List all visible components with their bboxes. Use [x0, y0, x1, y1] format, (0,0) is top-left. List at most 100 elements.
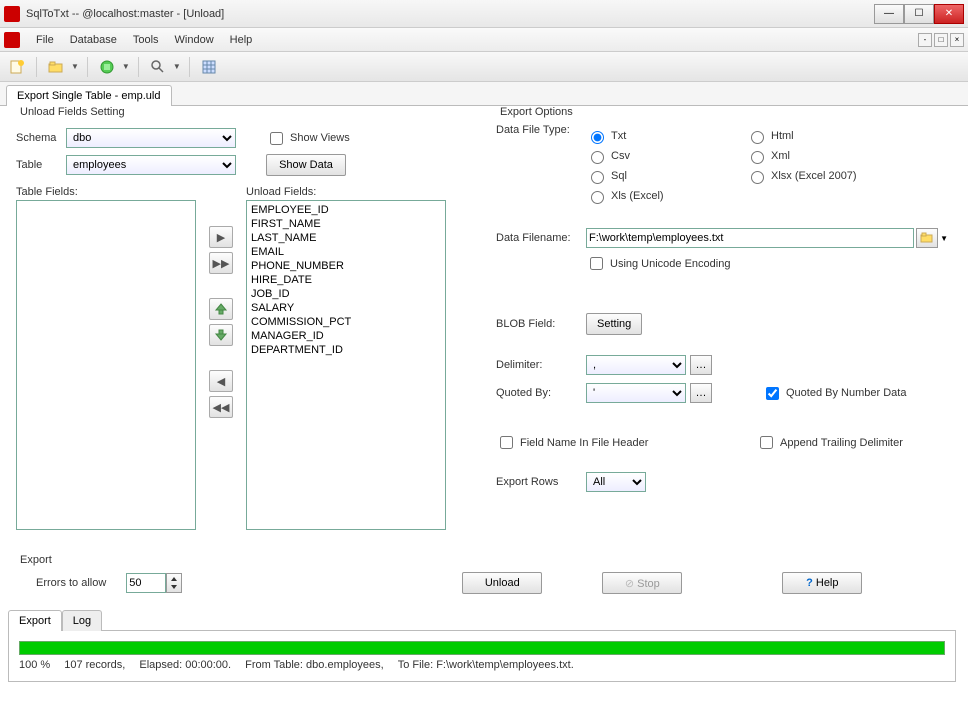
export-group: Export Errors to allow Unload ⊘ Stop ? H… [8, 554, 956, 602]
mdi-close-button[interactable]: × [950, 33, 964, 47]
dropdown-arrow-icon[interactable]: ▼ [173, 62, 181, 71]
filetype-html-radio[interactable] [751, 131, 764, 144]
list-item[interactable]: PHONE_NUMBER [249, 259, 443, 273]
table-fields-label: Table Fields: [16, 186, 78, 198]
blob-setting-button[interactable]: Setting [586, 313, 642, 335]
filetype-xml-radio[interactable] [751, 151, 764, 164]
add-all-button[interactable]: ▶▶ [209, 252, 233, 274]
blob-label: BLOB Field: [496, 318, 586, 330]
remove-all-button[interactable]: ◀◀ [209, 396, 233, 418]
list-item[interactable]: COMMISSION_PCT [249, 315, 443, 329]
export-rows-label: Export Rows [496, 476, 586, 488]
delimiter-more-button[interactable]: … [690, 355, 712, 375]
tab-log[interactable]: Log [62, 610, 102, 631]
quoted-label: Quoted By: [496, 387, 586, 399]
toolbar-open-icon[interactable] [45, 56, 67, 78]
stop-icon: ⊘ [625, 578, 637, 590]
list-item[interactable]: FIRST_NAME [249, 217, 443, 231]
stop-button[interactable]: ⊘ Stop [602, 572, 682, 594]
toolbar: ▼ ▼ ▼ [0, 52, 968, 82]
field-header-checkbox[interactable] [500, 436, 513, 449]
list-item[interactable]: EMPLOYEE_ID [249, 203, 443, 217]
filename-label: Data Filename: [496, 232, 586, 244]
schema-select[interactable]: dbo [66, 128, 236, 148]
dropdown-arrow-icon[interactable]: ▼ [71, 62, 79, 71]
table-label: Table [16, 159, 66, 171]
export-rows-select[interactable]: All [586, 472, 646, 492]
table-select[interactable]: employees [66, 155, 236, 175]
list-item[interactable]: LAST_NAME [249, 231, 443, 245]
quoted-more-button[interactable]: … [690, 383, 712, 403]
menu-bar: File Database Tools Window Help - □ × [0, 28, 968, 52]
filename-input[interactable] [586, 228, 914, 248]
menu-tools[interactable]: Tools [125, 34, 167, 46]
unload-fields-listbox[interactable]: EMPLOYEE_IDFIRST_NAMELAST_NAMEEMAILPHONE… [246, 200, 446, 530]
mdi-restore-button[interactable]: □ [934, 33, 948, 47]
list-item[interactable]: EMAIL [249, 245, 443, 259]
errors-input[interactable] [126, 573, 166, 593]
remove-field-button[interactable]: ◀ [209, 370, 233, 392]
table-fields-listbox[interactable] [16, 200, 196, 530]
toolbar-db-icon[interactable] [96, 56, 118, 78]
append-delimiter-checkbox[interactable] [760, 436, 773, 449]
show-data-button[interactable]: Show Data [266, 154, 346, 176]
filetype-label: Data File Type: [496, 124, 586, 208]
show-views-checkbox[interactable] [270, 132, 283, 145]
move-up-button[interactable] [209, 298, 233, 320]
maximize-button[interactable]: ☐ [904, 4, 934, 24]
toolbar-grid-icon[interactable] [198, 56, 220, 78]
browse-file-button[interactable] [916, 228, 938, 248]
progress-bar [19, 641, 945, 655]
quoted-select[interactable]: ' [586, 383, 686, 403]
unload-button[interactable]: Unload [462, 572, 542, 594]
filename-dropdown-icon[interactable]: ▼ [940, 234, 948, 243]
title-bar: SqlToTxt -- @localhost:master - [Unload]… [0, 0, 968, 28]
list-item[interactable]: JOB_ID [249, 287, 443, 301]
bottom-panel: Export Log 100 % 107 records, Elapsed: 0… [8, 610, 956, 682]
add-field-button[interactable]: ▶ [209, 226, 233, 248]
move-down-button[interactable] [209, 324, 233, 346]
unload-fields-group: Unload Fields Setting Schema dbo Show Vi… [8, 106, 474, 544]
filetype-sql-radio[interactable] [591, 171, 604, 184]
toolbar-new-icon[interactable] [6, 56, 28, 78]
quoted-number-checkbox[interactable] [766, 387, 779, 400]
help-button[interactable]: ? Help [782, 572, 862, 594]
dropdown-arrow-icon[interactable]: ▼ [122, 62, 130, 71]
filetype-csv-radio[interactable] [591, 151, 604, 164]
export-options-legend: Export Options [496, 106, 577, 118]
filetype-txt-radio[interactable] [591, 131, 604, 144]
list-item[interactable]: SALARY [249, 301, 443, 315]
minimize-button[interactable]: — [874, 4, 904, 24]
menu-window[interactable]: Window [167, 34, 222, 46]
toolbar-search-icon[interactable] [147, 56, 169, 78]
list-item[interactable]: DEPARTMENT_ID [249, 343, 443, 357]
delimiter-label: Delimiter: [496, 359, 586, 371]
list-item[interactable]: HIRE_DATE [249, 273, 443, 287]
filetype-xls-radio[interactable] [591, 191, 604, 204]
delimiter-select[interactable]: , [586, 355, 686, 375]
document-tab-strip: Export Single Table - emp.uld [0, 82, 968, 106]
errors-spinner[interactable] [166, 573, 182, 593]
quoted-number-label: Quoted By Number Data [786, 387, 906, 399]
menu-file[interactable]: File [28, 34, 62, 46]
unicode-checkbox[interactable] [590, 257, 603, 270]
status-to: To File: F:\work\temp\employees.txt. [398, 659, 574, 671]
help-icon: ? [806, 577, 816, 589]
unicode-label: Using Unicode Encoding [610, 258, 730, 270]
tab-export[interactable]: Export [8, 610, 62, 631]
menu-help[interactable]: Help [222, 34, 261, 46]
schema-label: Schema [16, 132, 66, 144]
field-header-label: Field Name In File Header [520, 437, 648, 449]
unload-fields-label: Unload Fields: [246, 186, 316, 198]
list-item[interactable]: MANAGER_ID [249, 329, 443, 343]
filetype-xlsx-radio[interactable] [751, 171, 764, 184]
filetype-xml-label: Xml [771, 150, 790, 162]
menu-database[interactable]: Database [62, 34, 125, 46]
filetype-txt-label: Txt [611, 130, 626, 142]
mdi-minimize-button[interactable]: - [918, 33, 932, 47]
status-from: From Table: dbo.employees, [245, 659, 384, 671]
close-button[interactable]: ✕ [934, 4, 964, 24]
status-bar: 100 % 107 records, Elapsed: 00:00:00. Fr… [19, 659, 945, 671]
document-tab[interactable]: Export Single Table - emp.uld [6, 85, 172, 106]
filetype-xlsx-label: Xlsx (Excel 2007) [771, 170, 857, 182]
